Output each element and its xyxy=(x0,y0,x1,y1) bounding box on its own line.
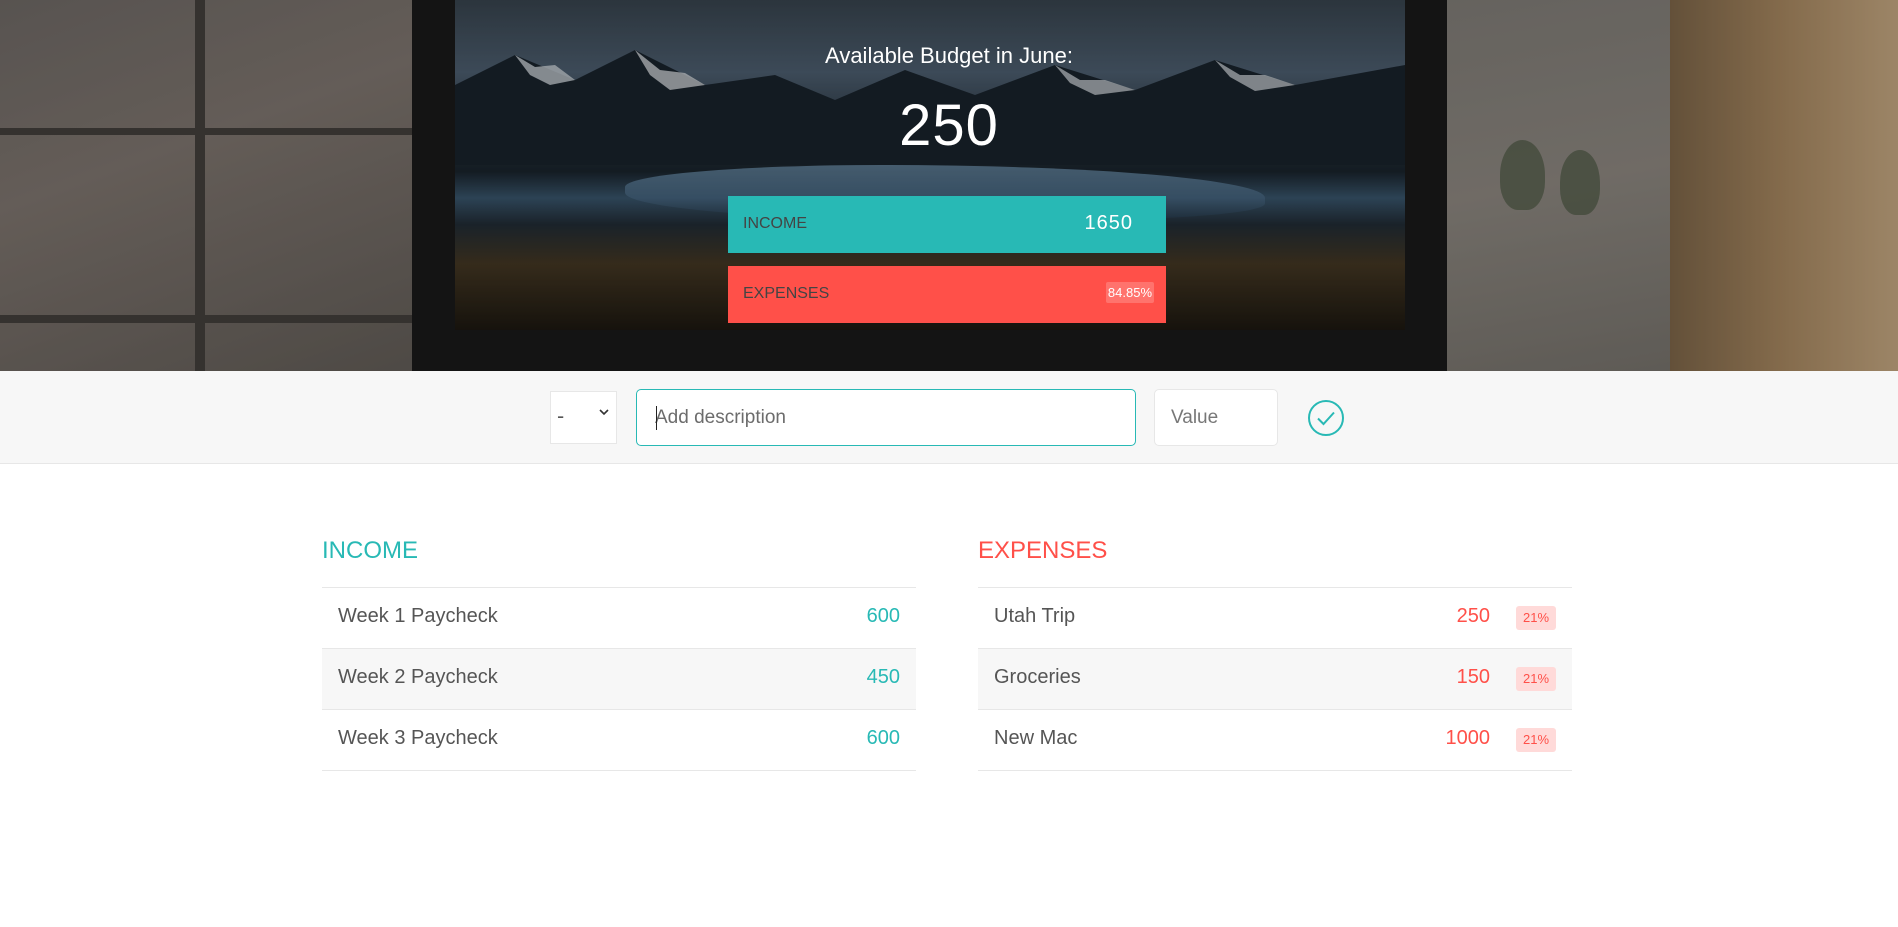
income-item-value: 450 xyxy=(866,666,900,688)
income-item[interactable]: Week 3 Paycheck 600 xyxy=(322,710,916,771)
expense-item-description: New Mac xyxy=(994,727,1078,749)
budget-title: Available Budget in June: xyxy=(825,43,1073,68)
available-budget-value: 250 xyxy=(899,93,999,158)
income-summary-value: 1650 xyxy=(1084,212,1133,234)
expense-item-description: Utah Trip xyxy=(994,605,1076,627)
description-input[interactable] xyxy=(636,389,1136,446)
expense-item-description: Groceries xyxy=(994,666,1081,688)
expenses-list: EXPENSES Utah Trip 250 21% Groceries 150… xyxy=(978,537,1572,771)
checkmark-circle-icon[interactable] xyxy=(1307,399,1345,437)
income-summary: INCOME 1650 xyxy=(728,196,1166,253)
expense-item-percentage: 21% xyxy=(1516,606,1556,630)
chevron-down-icon xyxy=(599,409,609,416)
income-item[interactable]: Week 1 Paycheck 600 xyxy=(322,588,916,649)
expenses-summary-label: EXPENSES xyxy=(743,285,830,302)
expenses-percentage-badge: 84.85% xyxy=(1105,282,1154,303)
text-cursor xyxy=(656,406,657,430)
income-item[interactable]: Week 2 Paycheck 450 xyxy=(322,649,916,710)
income-item-value: 600 xyxy=(866,727,900,749)
expense-item-value: 250 xyxy=(1456,605,1490,627)
expenses-list-title: EXPENSES xyxy=(978,537,1572,588)
expense-item-value: 1000 xyxy=(1445,727,1491,749)
type-select-value: - xyxy=(557,404,565,428)
income-list: INCOME Week 1 Paycheck 600 Week 2 Payche… xyxy=(322,537,916,771)
expense-item-percentage: 21% xyxy=(1516,667,1556,691)
income-item-value: 600 xyxy=(866,605,900,627)
add-entry-bar: - xyxy=(0,371,1898,464)
value-input[interactable] xyxy=(1154,389,1278,446)
income-item-description: Week 3 Paycheck xyxy=(338,727,498,749)
income-list-title: INCOME xyxy=(322,537,916,588)
budget-header: Available Budget in June: 250 INCOME 165… xyxy=(0,0,1898,371)
type-select[interactable]: - xyxy=(550,391,617,444)
expense-item[interactable]: Groceries 150 21% xyxy=(978,649,1572,710)
income-item-description: Week 1 Paycheck xyxy=(338,605,498,627)
expense-item-percentage: 21% xyxy=(1516,728,1556,752)
expense-item-value: 150 xyxy=(1456,666,1490,688)
expenses-summary: EXPENSES 84.85% xyxy=(728,266,1166,323)
expense-item[interactable]: New Mac 1000 21% xyxy=(978,710,1572,771)
expense-item[interactable]: Utah Trip 250 21% xyxy=(978,588,1572,649)
income-item-description: Week 2 Paycheck xyxy=(338,666,498,688)
